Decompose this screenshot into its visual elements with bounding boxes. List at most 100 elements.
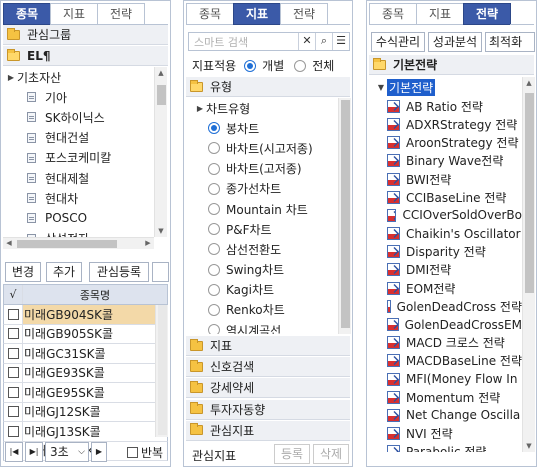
scroll-right-icon[interactable]: ▶ — [142, 238, 154, 249]
tree-item[interactable]: 포스코케미칼 — [5, 148, 155, 168]
row-checkbox[interactable] — [7, 406, 19, 418]
scroll-left-icon[interactable]: ◀ — [3, 238, 15, 249]
strategy-item[interactable]: Momentum 전략 — [387, 388, 522, 406]
strategy-item[interactable]: Chaikin's Oscillator — [387, 225, 522, 243]
scroll-down-icon[interactable]: ▼ — [523, 440, 535, 452]
chart-type-radio[interactable] — [208, 162, 220, 175]
tree-scrollbar[interactable]: ▲ ▼ — [154, 67, 167, 237]
table-row[interactable]: 미래GB905SK콜 — [3, 324, 168, 344]
tab-symbols[interactable]: 종목 — [186, 3, 234, 25]
search-icon[interactable]: ⌕ — [315, 33, 332, 50]
first-icon[interactable]: |◀ — [5, 442, 23, 462]
strategy-item[interactable]: ADXRStrategy 전략 — [387, 115, 522, 133]
chart-type-item[interactable]: Swing차트 — [208, 260, 334, 280]
interval-select[interactable]: 3초 ⌵ — [45, 442, 89, 462]
tree-subgroup[interactable]: ▼ 기본전략 — [375, 77, 522, 97]
row-checkbox[interactable] — [7, 386, 19, 398]
strategy-item[interactable]: BWI전략 — [387, 170, 522, 188]
mini-square-button[interactable] — [152, 262, 169, 282]
chart-type-item[interactable]: Mountain 차트 — [208, 199, 334, 219]
tab-indicators[interactable]: 지표 — [233, 3, 281, 25]
tab-strategies[interactable]: 전략 — [280, 3, 328, 25]
hscroll-thumb[interactable] — [17, 240, 117, 248]
tree-root[interactable]: ▶ 기초자산 — [5, 67, 155, 87]
strategy-item[interactable]: Binary Wave전략 — [387, 152, 522, 170]
tree-item[interactable]: 기아 — [5, 87, 155, 107]
tree-item[interactable]: 현대제철 — [5, 168, 155, 188]
indicator-folder[interactable]: 지표 — [186, 336, 350, 356]
strategy-item[interactable]: GolenDeadCrossEM — [387, 315, 522, 333]
scroll-thumb[interactable] — [157, 85, 166, 105]
chart-type-item[interactable]: 봉차트 — [208, 118, 334, 138]
tree-item[interactable]: 현대차 — [5, 188, 155, 208]
chart-type-item[interactable]: 역시계곡선 — [208, 320, 334, 334]
delete-button[interactable]: 삭제 — [313, 444, 349, 464]
strategy-item[interactable]: GolenDeadCross 전략 — [387, 297, 522, 315]
tab-symbols[interactable]: 종목 — [369, 3, 417, 25]
folder-type[interactable]: 유형 — [186, 77, 350, 97]
row-checkbox[interactable] — [7, 308, 19, 320]
register-watch-button[interactable]: 관심등록 — [89, 262, 149, 282]
folder-watch-group[interactable]: 관심그룹 — [3, 25, 168, 45]
scroll-down-icon[interactable]: ▼ — [155, 225, 167, 237]
table-row[interactable]: 미래GC31SK콜 — [3, 344, 168, 364]
chart-type-radio[interactable] — [208, 122, 220, 135]
option-icon[interactable]: ☰ — [332, 33, 349, 50]
folder-el[interactable]: EL¶ — [3, 46, 168, 66]
tree-item[interactable]: SK하이닉스 — [5, 107, 155, 127]
strategy-item[interactable]: MACD 크로스 전략 — [387, 334, 522, 352]
row-checkbox[interactable] — [7, 425, 19, 437]
tree-item[interactable]: POSCO — [5, 208, 155, 228]
strategy-item[interactable]: Net Change Oscilla — [387, 406, 522, 424]
tab-indicators[interactable]: 지표 — [416, 3, 464, 25]
strategy-item[interactable]: NVI 전략 — [387, 425, 522, 443]
strategy-item[interactable]: CCIBaseLine 전략 — [387, 188, 522, 206]
strategy-scrollbar[interactable]: ▲ ▼ — [522, 77, 535, 452]
strategy-item[interactable]: CCIOverSoldOverBo — [387, 206, 522, 224]
tree-item[interactable]: 현대건설 — [5, 128, 155, 148]
chart-type-radio[interactable] — [208, 283, 220, 296]
change-button[interactable]: 변경 — [5, 262, 41, 282]
chart-type-item[interactable]: 종가선차트 — [208, 179, 334, 199]
strategy-item[interactable]: AroonStrategy 전략 — [387, 134, 522, 152]
radio-individual[interactable] — [244, 59, 257, 72]
indicator-folder[interactable]: 관심지표 — [186, 420, 350, 441]
tab-strategies[interactable]: 전략 — [97, 3, 145, 25]
chart-type-item[interactable]: 바차트(고저종) — [208, 159, 334, 179]
strategy-item[interactable]: MACDBaseLine 전략 — [387, 352, 522, 370]
indicator-folder[interactable]: 강세약세 — [186, 378, 350, 399]
tree-item[interactable]: 삼성전자 — [5, 229, 155, 237]
scroll-thumb[interactable] — [525, 93, 534, 293]
chart-type-radio[interactable] — [208, 223, 220, 236]
chart-type-item[interactable]: 삼선전환도 — [208, 239, 334, 259]
chart-type-radio[interactable] — [208, 203, 220, 216]
chart-type-item[interactable]: 바차트(시고저종) — [208, 138, 334, 158]
row-checkbox[interactable] — [7, 347, 19, 359]
tree-subgroup[interactable]: ▶ 차트유형 — [194, 98, 334, 118]
tab-indicators[interactable]: 지표 — [50, 3, 98, 25]
check-header[interactable]: √ — [4, 285, 23, 304]
repeat-option[interactable]: 반복 — [127, 444, 163, 461]
strategy-item[interactable]: Parabolic 전략 — [387, 443, 522, 452]
indicator-folder[interactable]: 투자자동향 — [186, 399, 350, 420]
add-button[interactable]: 추가 — [46, 262, 82, 282]
chart-type-radio[interactable] — [208, 303, 220, 316]
grid-scrollbar[interactable] — [155, 305, 168, 437]
formula-manage-button[interactable]: 수식관리 — [371, 32, 425, 52]
table-row[interactable]: 미래GJ12SK콜 — [3, 402, 168, 422]
chart-type-item[interactable]: P&F차트 — [208, 219, 334, 239]
chart-type-item[interactable]: Renko차트 — [208, 300, 334, 320]
chart-type-radio[interactable] — [208, 324, 220, 334]
name-header[interactable]: 종목명 — [23, 287, 167, 303]
register-button[interactable]: 등록 — [274, 444, 310, 464]
play-icon[interactable]: ▶ — [91, 442, 107, 462]
row-checkbox[interactable] — [7, 328, 19, 340]
chart-type-radio[interactable] — [208, 142, 220, 155]
table-row[interactable]: 미래GE93SK콜 — [3, 363, 168, 383]
chart-type-item[interactable]: Kagi차트 — [208, 280, 334, 300]
strategy-item[interactable]: DMI전략 — [387, 261, 522, 279]
table-row[interactable]: 미래GB904SK콜 — [3, 305, 168, 325]
optimize-button[interactable]: 최적화 — [485, 32, 535, 52]
strategy-item[interactable]: MFI(Money Flow In — [387, 370, 522, 388]
table-row[interactable]: 미래GJ13SK콜 — [3, 422, 168, 442]
